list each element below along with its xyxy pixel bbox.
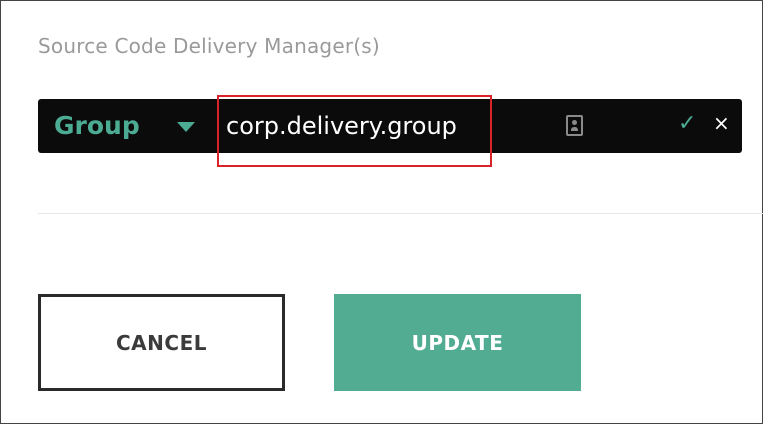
- group-name-input[interactable]: [226, 109, 486, 143]
- type-select-label: Group: [54, 111, 140, 140]
- dialog-frame: Source Code Delivery Manager(s) Group ✓ …: [0, 0, 763, 424]
- field-label: Source Code Delivery Manager(s): [38, 34, 380, 58]
- contact-card-body: [571, 127, 578, 131]
- divider: [38, 213, 763, 214]
- contact-card-icon[interactable]: [566, 115, 583, 136]
- delivery-manager-input-bar: Group ✓ ×: [38, 99, 742, 153]
- cancel-button[interactable]: CANCEL: [38, 294, 285, 391]
- caret-down-icon[interactable]: [177, 122, 195, 132]
- update-button[interactable]: UPDATE: [334, 294, 581, 391]
- contact-card-head: [572, 120, 577, 125]
- check-icon[interactable]: ✓: [678, 111, 696, 136]
- close-icon[interactable]: ×: [713, 111, 730, 135]
